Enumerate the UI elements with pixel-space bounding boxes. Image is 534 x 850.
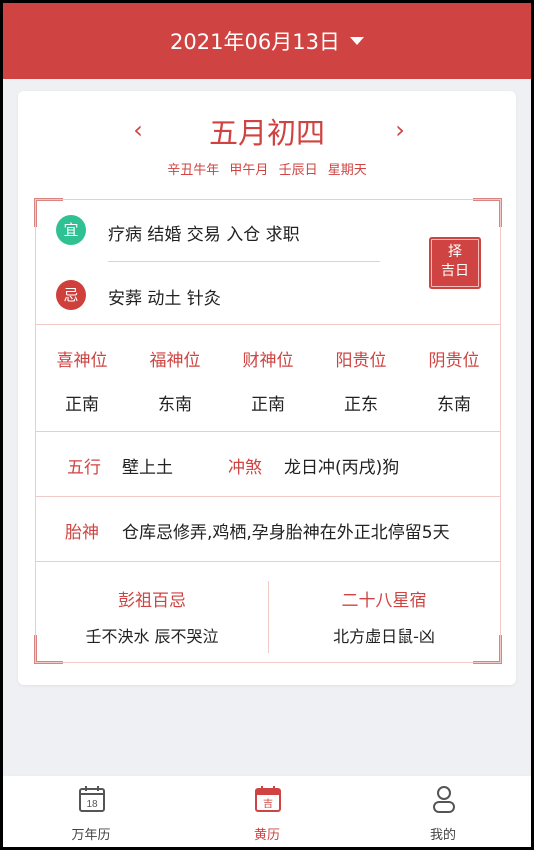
- direction-label: 喜神位: [56, 351, 108, 371]
- wuxing-row: 五行 壁上土 冲煞 龙日冲(丙戌)狗: [36, 431, 500, 497]
- pengzu-section: 彭祖百忌 壬不泱水 辰不哭泣: [36, 561, 268, 662]
- direction-value: 正东: [344, 395, 378, 415]
- ji-badge: 忌: [56, 280, 86, 310]
- direction-value: 正南: [65, 395, 99, 415]
- weekday: 星期天: [327, 163, 367, 178]
- pengzu-label: 彭祖百忌: [118, 591, 186, 611]
- date-label[interactable]: 2021年06月13日: [170, 26, 340, 56]
- xingxiu-value: 北方虚日鼠-凶: [333, 627, 435, 646]
- ganzhi-year: 辛丑牛年: [167, 163, 220, 178]
- ganzhi-month: 甲午月: [229, 163, 269, 178]
- caret-down-icon[interactable]: [349, 37, 364, 45]
- calendar-icon-text: 18: [86, 799, 98, 810]
- taishen-row: 胎神 仓库忌修弄,鸡栖,孕身胎神在外正北停留5天: [36, 496, 500, 562]
- direction-label: 阳贵位: [335, 351, 387, 371]
- zeji-line1: 择: [448, 244, 462, 260]
- wuxing-value: 壁上土: [122, 458, 173, 478]
- tab-me[interactable]: 我的: [355, 776, 531, 847]
- wuxing-label: 五行: [67, 458, 101, 478]
- yi-ji-section: 宜 疗病 结婚 交易 入仓 求职 忌 安葬 动土 针灸 择 吉日: [36, 200, 500, 325]
- choose-auspicious-day-button[interactable]: 择 吉日: [429, 237, 481, 289]
- ji-text: 安葬 动土 针灸: [108, 289, 221, 309]
- direction-value: 东南: [158, 395, 192, 415]
- yi-badge: 宜: [56, 215, 86, 245]
- tab-label: 黄历: [253, 828, 280, 843]
- almanac-table: 宜 疗病 结婚 交易 入仓 求职 忌 安葬 动土 针灸 择 吉日 喜神位 正南 …: [34, 198, 502, 664]
- direction-label: 阴贵位: [428, 351, 480, 371]
- xingxiu-section: 二十八星宿 北方虚日鼠-凶: [268, 561, 500, 662]
- yi-text: 疗病 结婚 交易 入仓 求职: [108, 225, 300, 245]
- tab-label: 万年历: [71, 828, 111, 843]
- pengzu-value: 壬不泱水 辰不哭泣: [85, 627, 219, 646]
- directions-row: 喜神位 正南 福神位 东南 财神位 正南 阳贵位 正东 阴贵位 东南: [36, 324, 500, 432]
- tab-calendar[interactable]: 18 万年历: [3, 776, 179, 847]
- date-header[interactable]: 2021年06月13日: [3, 3, 531, 79]
- direction-value: 正南: [251, 395, 285, 415]
- ganzhi-line: 辛丑牛年 甲午月 壬辰日 星期天: [18, 159, 516, 178]
- tab-label: 我的: [429, 828, 456, 843]
- bottom-tab-bar: 18 万年历 吉 黄历 我的: [3, 775, 531, 847]
- app-frame: 2021年06月13日 五月初四 ‹ › 辛丑牛年 甲午月 壬辰日 星期天 宜 …: [0, 0, 534, 850]
- user-icon: [433, 786, 455, 813]
- chevron-right-icon[interactable]: ›: [388, 118, 412, 143]
- pengzu-xingxiu-row: 彭祖百忌 壬不泱水 辰不哭泣 二十八星宿 北方虚日鼠-凶: [36, 561, 500, 662]
- direction-label: 财神位: [242, 351, 294, 371]
- taishen-value: 仓库忌修弄,鸡栖,孕身胎神在外正北停留5天: [122, 523, 450, 543]
- calendar-icon: 18: [79, 786, 105, 812]
- lunar-date-title: 五月初四: [208, 116, 325, 150]
- lunar-date-row: 五月初四 ‹ ›: [18, 113, 516, 153]
- ganzhi-day: 壬辰日: [278, 163, 318, 178]
- almanac-icon-text: 吉: [263, 798, 273, 810]
- direction-label: 福神位: [149, 351, 201, 371]
- chevron-left-icon[interactable]: ‹: [126, 118, 150, 143]
- zeji-line2: 吉日: [441, 263, 469, 279]
- taishen-label: 胎神: [65, 523, 99, 543]
- xingxiu-label: 二十八星宿: [341, 591, 427, 611]
- chongsha-value: 龙日冲(丙戌)狗: [284, 458, 400, 478]
- almanac-icon: 吉: [255, 786, 281, 812]
- tab-almanac[interactable]: 吉 黄历: [179, 776, 355, 847]
- direction-value: 东南: [437, 395, 471, 415]
- chongsha-label: 冲煞: [228, 458, 262, 478]
- almanac-card: 五月初四 ‹ › 辛丑牛年 甲午月 壬辰日 星期天 宜 疗病 结婚 交易 入仓 …: [18, 91, 516, 685]
- divider: [108, 261, 380, 262]
